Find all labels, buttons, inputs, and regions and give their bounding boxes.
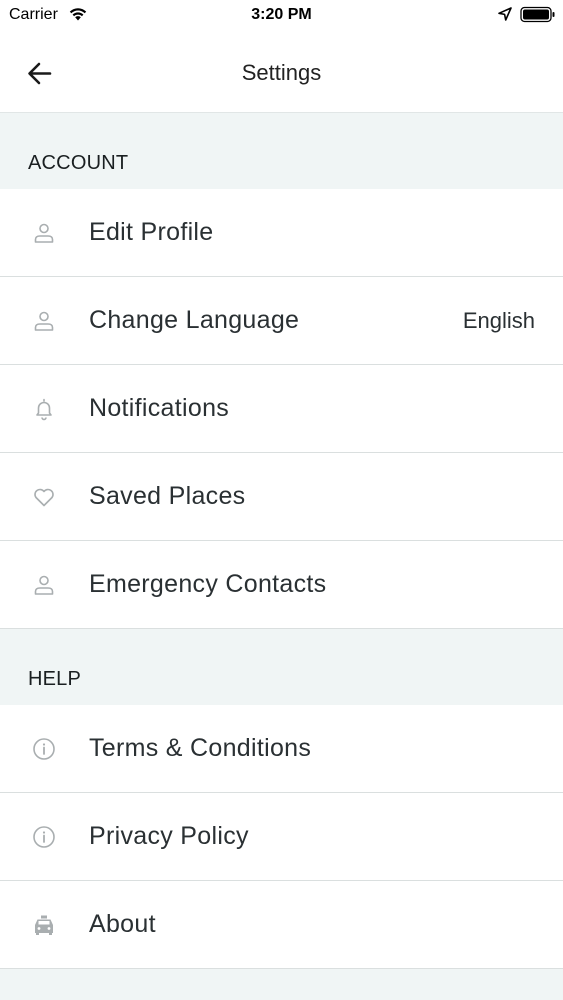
row-label: Notifications [89, 394, 230, 422]
battery-icon [520, 6, 555, 23]
status-time: 3:20 PM [251, 6, 312, 23]
section-title: HELP [28, 668, 82, 690]
settings-row-notifications[interactable]: Notifications [0, 365, 563, 453]
settings-row-terms-conditions[interactable]: Terms & Conditions [0, 705, 563, 793]
person-icon [34, 575, 54, 595]
row-label: Privacy Policy [89, 822, 249, 850]
info-icon [33, 738, 55, 760]
row-label: Terms & Conditions [89, 734, 312, 762]
status-bar: Carrier 3:20 PM [0, 0, 563, 30]
bell-icon [36, 398, 52, 421]
navigation-bar: Settings [0, 30, 563, 113]
location-arrow-icon [498, 7, 512, 21]
settings-row-saved-places[interactable]: Saved Places [0, 453, 563, 541]
row-label: Emergency Contacts [89, 570, 327, 598]
settings-row-privacy-policy[interactable]: Privacy Policy [0, 793, 563, 881]
person-icon [34, 311, 54, 331]
language-value: English [462, 308, 535, 333]
info-icon [33, 826, 55, 848]
settings-row-emergency-contacts[interactable]: Emergency Contacts [0, 541, 563, 629]
page-title: Settings [241, 60, 322, 85]
settings-row-about[interactable]: About [0, 881, 563, 969]
section-header-help: HELP [0, 629, 563, 705]
row-label: Edit Profile [89, 218, 214, 246]
person-icon [34, 223, 54, 243]
bottom-spacer [0, 970, 563, 1000]
taxi-icon [35, 915, 53, 935]
settings-row-change-language[interactable]: Change Language English [0, 277, 563, 365]
settings-row-edit-profile[interactable]: Edit Profile [0, 189, 563, 277]
settings-screen: Carrier 3:20 PM Settings ACCOUNT Edit Pr… [0, 0, 563, 1000]
section-title: ACCOUNT [28, 152, 129, 174]
section-header-account: ACCOUNT [0, 113, 563, 189]
row-label: Saved Places [89, 482, 246, 510]
row-label: Change Language [89, 306, 300, 334]
row-label: About [89, 910, 156, 938]
heart-icon [34, 488, 54, 507]
